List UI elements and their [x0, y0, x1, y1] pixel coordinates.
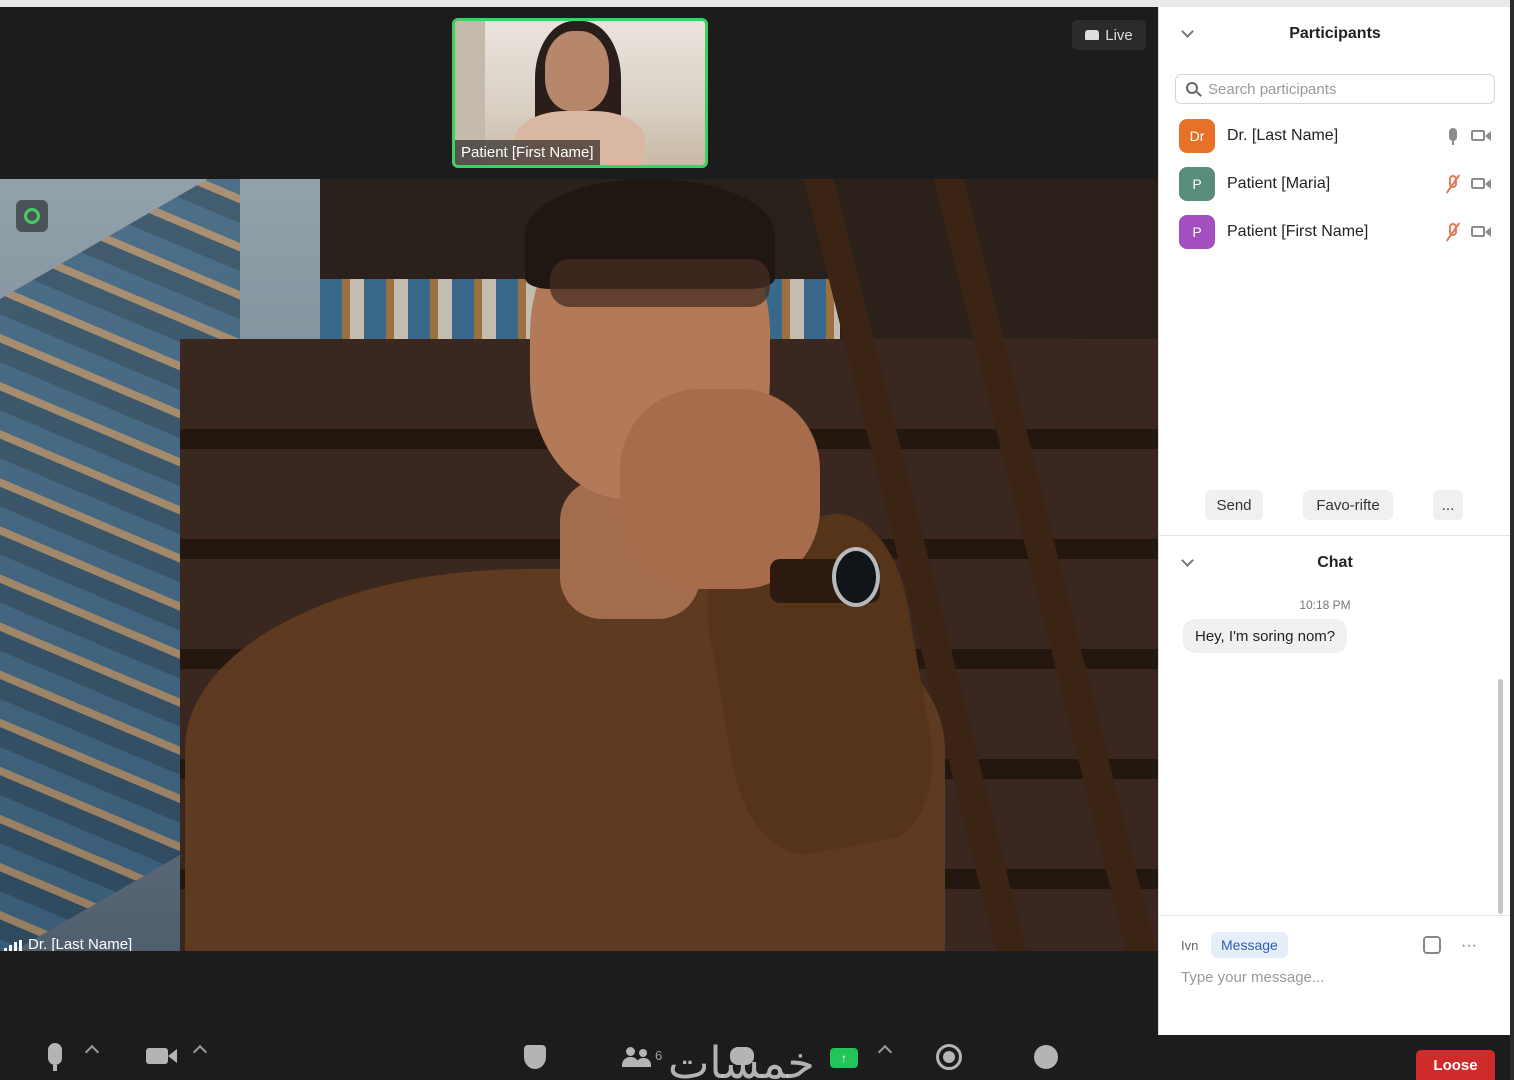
connection-signal-icon — [4, 940, 22, 951]
chat-title: Chat — [1317, 554, 1353, 571]
video-stage: Patient [First Name] Live Dr. [Last Name… — [0, 7, 1158, 1035]
camera-icon — [146, 1048, 168, 1064]
microphone-stand-icon — [53, 1065, 57, 1071]
more-options-button[interactable]: ... — [1433, 490, 1463, 520]
emoji-icon[interactable] — [1423, 936, 1441, 954]
avatar: P — [1179, 215, 1215, 249]
live-stream-icon — [1085, 30, 1100, 40]
thumbnail-person-face — [545, 31, 609, 111]
chat-scrollbar-thumb[interactable] — [1498, 679, 1503, 914]
thumbnail-name-label: Patient [First Name] — [455, 140, 600, 165]
share-screen-icon[interactable]: ↑ — [830, 1048, 858, 1068]
speaker-sunglasses — [550, 259, 770, 307]
recipient-chip[interactable]: Message — [1211, 932, 1288, 958]
window-top-strip — [0, 0, 1514, 7]
microphone-icon — [48, 1043, 62, 1065]
live-label: Live — [1105, 26, 1133, 44]
mic-on-icon[interactable] — [1449, 128, 1457, 141]
speaker-name-label: Dr. [Last Name] — [4, 936, 132, 951]
message-timestamp: 10:18 PM — [1299, 598, 1351, 612]
participant-name: Dr. [Last Name] — [1227, 127, 1339, 144]
reactions-icon[interactable] — [1034, 1045, 1058, 1069]
participant-row[interactable]: Dr Dr. [Last Name] — [1179, 119, 1495, 155]
search-icon-handle — [1196, 91, 1202, 97]
security-shield-icon[interactable] — [524, 1045, 546, 1069]
participant-name: Patient [First Name] — [1227, 223, 1369, 240]
audio-options-chevron-icon[interactable] — [84, 1044, 100, 1060]
participants-count: 6 — [655, 1048, 663, 1063]
leave-button[interactable]: Loose — [1416, 1050, 1495, 1080]
video-camera-icon[interactable] — [1471, 226, 1485, 237]
participant-thumbnail[interactable]: Patient [First Name] — [452, 18, 708, 168]
compose-divider — [1159, 915, 1511, 916]
participants-title: Participants — [1289, 25, 1381, 42]
participant-row[interactable]: P Patient [First Name] — [1179, 215, 1495, 251]
panel-divider — [1159, 535, 1511, 536]
participant-row[interactable]: P Patient [Maria] — [1179, 167, 1495, 203]
recipient-label: Ivn — [1181, 938, 1199, 953]
share-options-chevron-icon[interactable] — [877, 1044, 893, 1060]
chat-more-icon[interactable]: ··· — [1461, 937, 1477, 955]
send-button[interactable]: Send — [1205, 490, 1263, 520]
video-options-chevron-icon[interactable] — [192, 1044, 208, 1060]
mic-muted-icon[interactable] — [1445, 222, 1461, 242]
settings-ring-icon — [24, 208, 40, 224]
side-panel: Participants Dr Dr. [Last Name] P Patien… — [1158, 7, 1511, 1035]
camera-lens-icon — [168, 1049, 177, 1063]
avatar: P — [1179, 167, 1215, 201]
participants-header: Participants — [1159, 21, 1511, 49]
main-video-feed: Dr. [Last Name] — [0, 179, 1158, 951]
video-camera-lens-icon — [1485, 131, 1491, 141]
video-camera-icon[interactable] — [1471, 178, 1485, 189]
participant-search — [1175, 74, 1495, 104]
favorite-button[interactable]: Favo-rifte — [1303, 490, 1393, 520]
participant-actions: Send Favo-rifte ... — [1159, 490, 1511, 522]
window-right-edge — [1510, 0, 1514, 1080]
video-camera-icon[interactable] — [1471, 130, 1485, 141]
meeting-window: Patient [First Name] Live Dr. [Last Name… — [0, 0, 1514, 1080]
video-camera-lens-icon — [1485, 227, 1491, 237]
speaker-watch-face — [832, 547, 880, 607]
mic-stand-icon — [1452, 141, 1454, 145]
participants-icon[interactable] — [622, 1047, 652, 1067]
watermark-logo: خمسات — [668, 1038, 815, 1080]
live-button[interactable]: Live — [1072, 20, 1146, 50]
message-input[interactable] — [1181, 965, 1491, 989]
avatar: Dr — [1179, 119, 1215, 153]
video-camera-lens-icon — [1485, 179, 1491, 189]
record-button-icon[interactable] — [936, 1044, 962, 1070]
search-input[interactable] — [1208, 79, 1488, 99]
video-settings-icon[interactable] — [16, 200, 48, 232]
meeting-toolbar: 6 ↑ خمسات Loose — [0, 1035, 1514, 1080]
speaker-name: Dr. [Last Name] — [28, 936, 133, 951]
chat-message: Hey, I'm soring nom? — [1183, 619, 1348, 653]
mic-muted-icon[interactable] — [1445, 174, 1461, 194]
participant-name: Patient [Maria] — [1227, 175, 1331, 192]
chat-header: Chat — [1159, 550, 1511, 578]
